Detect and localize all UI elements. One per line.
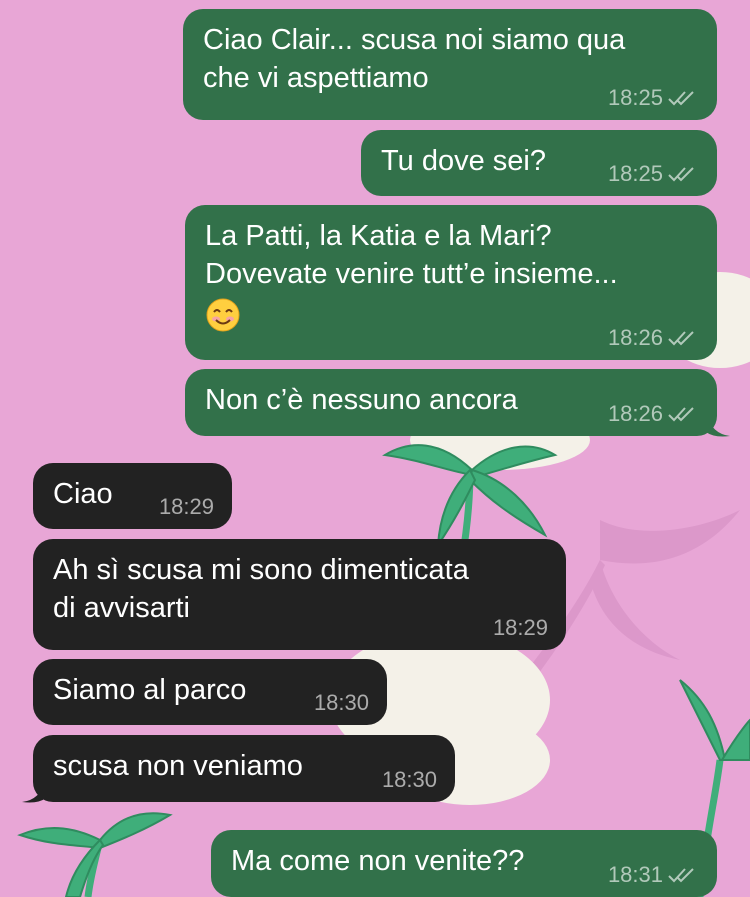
message-meta: 18:25 (608, 162, 697, 186)
message-text: Ah sì scusa mi sono dimenticata di avvis… (53, 554, 469, 624)
message-time: 18:29 (158, 494, 214, 519)
double-check-icon (668, 167, 694, 182)
message-time: 18:30 (313, 690, 369, 715)
message-time: 18:30 (381, 767, 437, 792)
message-meta: 18:26 (608, 402, 697, 426)
message-time: 18:29 (492, 615, 548, 640)
double-check-icon (668, 91, 694, 106)
message-meta: 18:25 (608, 86, 697, 110)
double-check-icon (668, 868, 694, 883)
bubble-tail (22, 780, 46, 803)
message-time: 18:31 (607, 862, 663, 887)
message-meta: 18:26 (608, 326, 697, 350)
message-meta: 18:29 (493, 616, 548, 640)
message-time: 18:25 (607, 161, 663, 186)
message-meta: 18:30 (382, 768, 437, 792)
message-meta: 18:30 (314, 691, 369, 715)
message-time: 18:26 (607, 325, 663, 350)
outgoing-message[interactable]: Non c’è nessuno ancora 18:26 (185, 369, 717, 436)
outgoing-message[interactable]: La Patti, la Katia e la Mari? Dovevate v… (185, 205, 717, 360)
message-meta: 18:31 (608, 863, 697, 887)
smiling-face-emoji (206, 298, 240, 332)
incoming-message[interactable]: scusa non veniamo 18:30 (33, 735, 455, 802)
incoming-message[interactable]: Ah sì scusa mi sono dimenticata di avvis… (33, 539, 566, 650)
message-time: 18:26 (607, 401, 663, 426)
incoming-message[interactable]: Siamo al parco 18:30 (33, 659, 387, 725)
double-check-icon (668, 407, 694, 422)
message-meta: 18:29 (159, 495, 214, 519)
incoming-message[interactable]: Ciao 18:29 (33, 463, 232, 529)
message-text: scusa non veniamo (53, 750, 303, 782)
message-text: La Patti, la Katia e la Mari? Dovevate v… (205, 220, 618, 290)
outgoing-message[interactable]: Tu dove sei? 18:25 (361, 130, 717, 196)
outgoing-message[interactable]: Ciao Clair... scusa noi siamo qua che vi… (183, 9, 717, 120)
message-time: 18:25 (607, 85, 663, 110)
outgoing-message[interactable]: Ma come non venite?? 18:31 (211, 830, 717, 897)
double-check-icon (668, 331, 694, 346)
bubble-tail (706, 414, 730, 437)
